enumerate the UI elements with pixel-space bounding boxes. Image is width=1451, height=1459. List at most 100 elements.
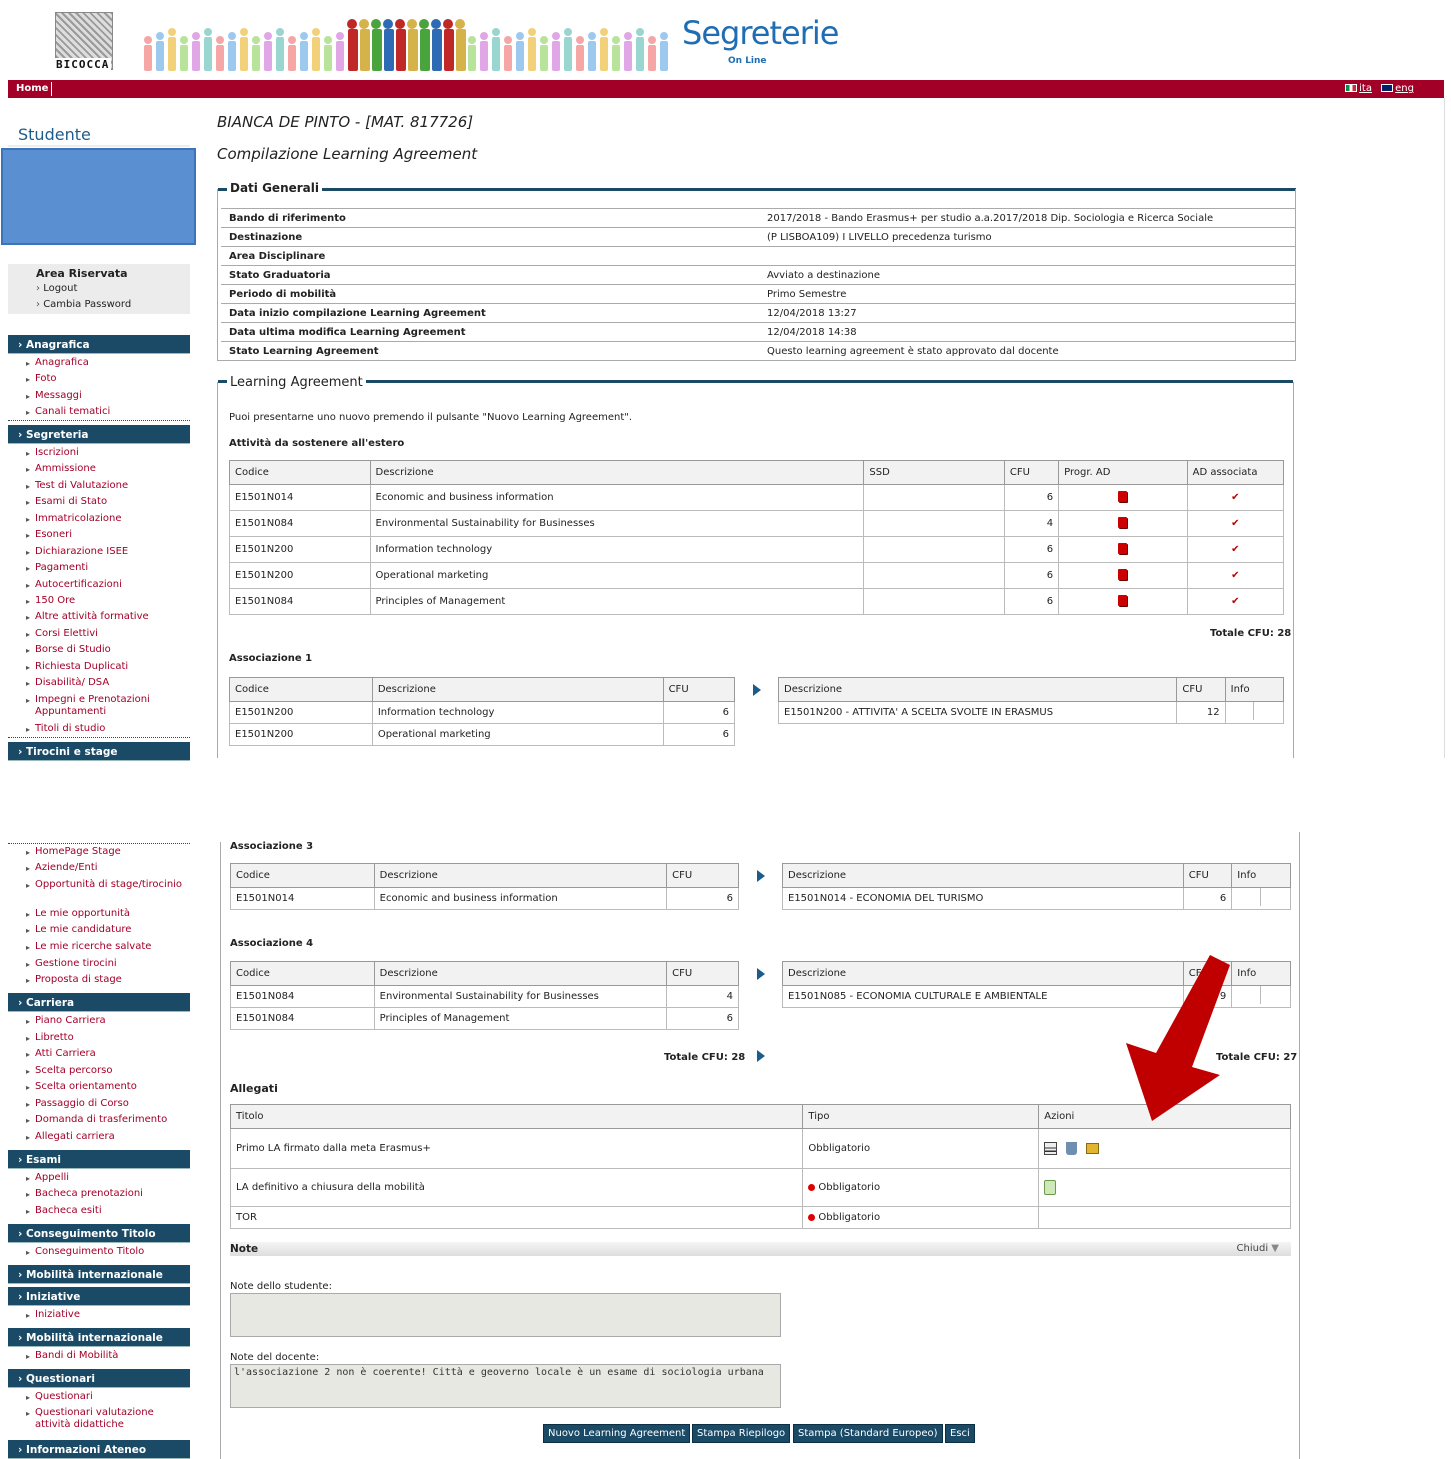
- sidebar-link[interactable]: Questionari valutazione attività didatti…: [26, 1407, 185, 1431]
- sidebar-link[interactable]: Conseguimento Titolo: [26, 1246, 185, 1259]
- trash-icon[interactable]: [1066, 1142, 1078, 1155]
- sidebar-link[interactable]: Esami di Stato: [26, 496, 185, 509]
- column-header: CFU: [666, 961, 739, 986]
- note-toggle[interactable]: Chiudi ▼: [1237, 1243, 1279, 1254]
- sidebar-link[interactable]: Titoli di studio: [26, 723, 185, 736]
- logout-link[interactable]: Logout: [36, 283, 77, 294]
- cell-cfu: 6: [662, 723, 736, 746]
- sidebar-link[interactable]: Autocertificazioni: [26, 579, 185, 592]
- note-studente-textarea[interactable]: [230, 1293, 781, 1337]
- sidebar-section-conseguimento[interactable]: Conseguimento Titolo: [8, 1224, 190, 1243]
- table-header-row: Codice Descrizione SSD CFU Progr. AD AD assoc…: [229, 460, 1285, 485]
- pdf-icon[interactable]: [1118, 542, 1128, 554]
- cell-title: TOR: [229, 1206, 804, 1229]
- person-figure: [504, 36, 512, 71]
- lang-ita-link[interactable]: ita: [1345, 83, 1372, 94]
- sidebar-section-label: Conseguimento Titolo: [25, 1228, 156, 1240]
- dati-generali-row: Stato Learning Agreement Questo learning …: [221, 341, 1296, 361]
- sidebar-link[interactable]: Esoneri: [26, 529, 185, 542]
- sidebar-link[interactable]: Le mie candidature: [26, 924, 185, 937]
- sidebar-link[interactable]: Domanda di trasferimento: [26, 1114, 185, 1127]
- type-label: Obbligatorio: [818, 1212, 881, 1223]
- sidebar-link[interactable]: Allegati carriera: [26, 1131, 185, 1144]
- sidebar-link[interactable]: Bacheca esiti: [26, 1205, 185, 1218]
- esci-button[interactable]: Esci: [945, 1424, 975, 1443]
- stampa-europeo-button[interactable]: Stampa (Standard Europeo): [793, 1424, 943, 1443]
- sidebar-link[interactable]: Pagamenti: [26, 562, 185, 575]
- sidebar-divider: [8, 843, 190, 844]
- pdf-icon[interactable]: [1118, 516, 1128, 528]
- sidebar-link[interactable]: Immatricolazione: [26, 513, 185, 526]
- sidebar-link[interactable]: Messaggi: [26, 390, 185, 403]
- pdf-icon[interactable]: [1118, 568, 1128, 580]
- pdf-icon[interactable]: [1118, 594, 1128, 606]
- sidebar-link[interactable]: 150 Ore: [26, 595, 185, 608]
- table-row: E1501N014 Economic and business informat…: [229, 484, 1285, 511]
- sidebar-section-carriera[interactable]: Carriera: [8, 993, 190, 1012]
- sidebar-link[interactable]: Atti Carriera: [26, 1048, 185, 1061]
- sidebar-link[interactable]: Scelta orientamento: [26, 1081, 185, 1094]
- pdf-icon[interactable]: [1118, 490, 1128, 502]
- folder-open-icon[interactable]: [1086, 1143, 1100, 1154]
- cell-code: E1501N200: [229, 723, 373, 746]
- edit-icon[interactable]: [1044, 1142, 1058, 1155]
- sidebar-link[interactable]: Canali tematici: [26, 406, 185, 419]
- sidebar-section-tirocini[interactable]: Tirocini e stage: [8, 742, 190, 761]
- sidebar-link[interactable]: Anagrafica: [26, 357, 185, 370]
- sidebar-section-questionari[interactable]: Questionari: [8, 1369, 190, 1388]
- sidebar-link[interactable]: Corsi Elettivi: [26, 628, 185, 641]
- sidebar-link[interactable]: Bacheca prenotazioni: [26, 1188, 185, 1201]
- person-figure: [576, 36, 584, 71]
- sidebar-link[interactable]: Foto: [26, 373, 185, 386]
- sidebar-divider: [8, 420, 190, 421]
- stampa-riepilogo-button[interactable]: Stampa Riepilogo: [692, 1424, 791, 1443]
- sidebar-link[interactable]: Gestione tirocini: [26, 958, 185, 971]
- segreterie-online-logo[interactable]: Segreterie: [682, 14, 839, 52]
- note-docente-textarea[interactable]: l'associazione 2 non è coerente! Città e…: [230, 1364, 781, 1408]
- cell-title: Primo LA firmato dalla meta Erasmus+: [229, 1128, 804, 1169]
- sidebar-link[interactable]: Iscrizioni: [26, 447, 185, 460]
- reserved-area-title: Area Riservata: [36, 267, 128, 280]
- sidebar-link[interactable]: Impegni e Prenotazioni Appuntamenti: [26, 694, 185, 718]
- home-link[interactable]: Home: [16, 83, 48, 94]
- sidebar-link[interactable]: Le mie opportunità: [26, 908, 185, 921]
- sidebar-link[interactable]: Iniziative: [26, 1309, 185, 1322]
- sidebar-link[interactable]: Disabilità/ DSA: [26, 677, 185, 690]
- person-figure: [216, 36, 224, 71]
- sidebar-link[interactable]: Le mie ricerche salvate: [26, 941, 185, 954]
- sidebar-link[interactable]: Piano Carriera: [26, 1015, 185, 1028]
- cell-code: E1501N084: [230, 985, 375, 1008]
- sidebar-section-mobilita1[interactable]: Mobilità internazionale: [8, 1265, 190, 1284]
- sidebar-link[interactable]: HomePage Stage: [26, 846, 185, 859]
- sidebar-section-mobilita2[interactable]: Mobilità internazionale: [8, 1328, 190, 1347]
- sidebar-link[interactable]: Aziende/Enti: [26, 862, 185, 875]
- nuovo-la-button[interactable]: Nuovo Learning Agreement: [543, 1424, 691, 1443]
- sidebar-link[interactable]: Passaggio di Corso: [26, 1098, 185, 1111]
- lang-eng-link[interactable]: eng: [1381, 83, 1414, 94]
- sidebar-link[interactable]: Appelli: [26, 1172, 185, 1185]
- sidebar-link[interactable]: Richiesta Duplicati: [26, 661, 185, 674]
- sidebar-link[interactable]: Ammissione: [26, 463, 185, 476]
- sidebar-link[interactable]: Altre attività formative: [26, 611, 185, 624]
- sidebar-section-esami[interactable]: Esami: [8, 1150, 190, 1169]
- sidebar-link[interactable]: Bandi di Mobilità: [26, 1350, 185, 1363]
- person-figure: [347, 19, 358, 71]
- person-figure: [552, 32, 560, 71]
- sidebar-link[interactable]: Questionari: [26, 1391, 185, 1404]
- person-figure: [192, 32, 200, 71]
- sidebar-link[interactable]: Opportunità di stage/tirocinio: [26, 879, 185, 892]
- sidebar-link[interactable]: Dichiarazione ISEE: [26, 546, 185, 559]
- assoc1-left-table: Codice Descrizione CFU E1501N200 Informati…: [229, 677, 736, 746]
- sidebar-link[interactable]: Proposta di stage: [26, 974, 185, 987]
- sidebar-section-iniziative[interactable]: Iniziative: [8, 1287, 190, 1306]
- upload-icon[interactable]: [1044, 1180, 1057, 1195]
- sidebar-link[interactable]: Borse di Studio: [26, 644, 185, 657]
- sidebar-divider: [8, 145, 190, 147]
- sidebar-link[interactable]: Libretto: [26, 1032, 185, 1045]
- sidebar-section-info_ateneo[interactable]: Informazioni Ateneo: [8, 1440, 190, 1459]
- sidebar-link[interactable]: Test di Valutazione: [26, 480, 185, 493]
- sidebar-section-segreteria[interactable]: Segreteria: [8, 425, 190, 444]
- sidebar-link[interactable]: Scelta percorso: [26, 1065, 185, 1078]
- change-password-link[interactable]: Cambia Password: [36, 299, 131, 310]
- sidebar-section-anagrafica[interactable]: Anagrafica: [8, 335, 190, 354]
